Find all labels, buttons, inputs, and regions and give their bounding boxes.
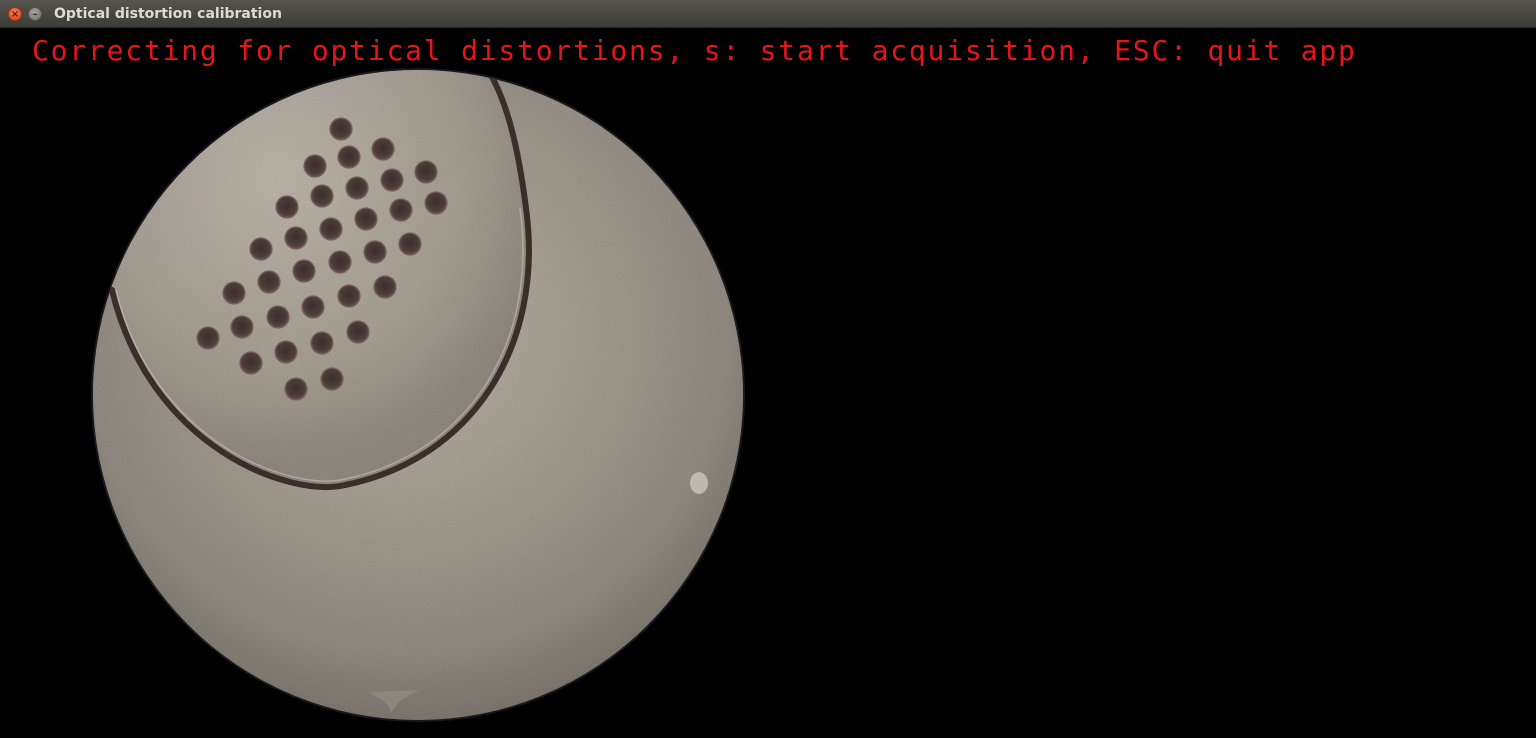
- minimize-icon[interactable]: –: [28, 7, 42, 21]
- app-window: × – Optical distortion calibration Corre…: [0, 0, 1536, 738]
- close-icon[interactable]: ×: [8, 7, 22, 21]
- camera-frame: [91, 68, 745, 722]
- instructions-overlay: Correcting for optical distortions, s: s…: [32, 34, 1357, 67]
- calibration-sphere: [91, 68, 745, 722]
- title-bar[interactable]: × – Optical distortion calibration: [0, 0, 1536, 28]
- window-title: Optical distortion calibration: [54, 6, 282, 22]
- camera-canvas: Correcting for optical distortions, s: s…: [0, 28, 1536, 738]
